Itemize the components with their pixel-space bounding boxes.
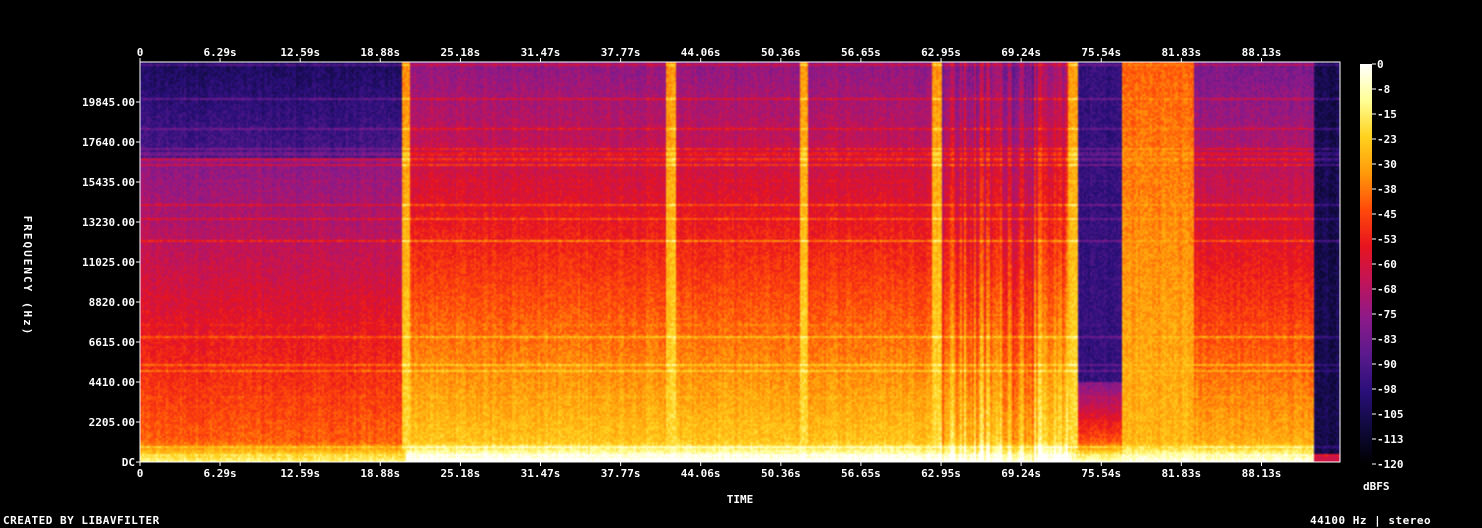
top-tick-label: 50.36s: [761, 46, 801, 59]
bottom-tick-label: 0: [137, 467, 144, 480]
top-tick-label: 6.29s: [203, 46, 236, 59]
footer-format: 44100 Hz | stereo: [1310, 514, 1432, 527]
y-tick-label: 6615.00: [89, 336, 135, 349]
top-tick-label: 81.83s: [1161, 46, 1201, 59]
top-time-axis: 0 6.29s 12.59s 18.88s 25.18s 31.47s 37.77s 44.0…: [137, 46, 1282, 62]
colorbar-tick-label: -75: [1377, 308, 1397, 321]
bottom-tick-label: 56.65s: [841, 467, 881, 480]
top-tick-label: 44.06s: [681, 46, 721, 59]
colorbar-axis: 0 -8 -15 -23 -30 -38 -45 -53 -60 -68 -75 -83 -90 -98 -…: [1372, 58, 1404, 471]
bottom-tick-label: 25.18s: [441, 467, 481, 480]
spectrogram-chart: 0 6.29s 12.59s 18.88s 25.18s 31.47s 37.77s 44.0…: [21, 46, 1404, 506]
colorbar-tick-label: -60: [1377, 258, 1397, 271]
bottom-tick-label: 81.83s: [1161, 467, 1201, 480]
y-tick-label: 8820.00: [89, 296, 135, 309]
y-tick-label: 15435.00: [82, 176, 135, 189]
colorbar-tick-label: 0: [1377, 58, 1384, 71]
top-tick-label: 88.13s: [1242, 46, 1282, 59]
colorbar-tick-label: -83: [1377, 333, 1397, 346]
y-tick-label: 2205.00: [89, 416, 135, 429]
bottom-tick-label: 69.24s: [1001, 467, 1041, 480]
x-axis-label: TIME: [727, 493, 754, 506]
top-tick-label: 31.47s: [521, 46, 561, 59]
top-tick-label: 25.18s: [441, 46, 481, 59]
bottom-tick-label: 18.88s: [360, 467, 400, 480]
colorbar-label: dBFS: [1363, 480, 1390, 493]
bottom-tick-label: 6.29s: [203, 467, 236, 480]
top-tick-label: 62.95s: [921, 46, 961, 59]
bottom-tick-label: 31.47s: [521, 467, 561, 480]
colorbar-tick-label: -105: [1377, 408, 1404, 421]
y-tick-label: 13230.00: [82, 216, 135, 229]
bottom-tick-label: 12.59s: [280, 467, 320, 480]
colorbar-tick-label: -45: [1377, 208, 1397, 221]
top-tick-label: 69.24s: [1001, 46, 1041, 59]
colorbar-tick-label: -68: [1377, 283, 1397, 296]
bottom-tick-label: 75.54s: [1081, 467, 1121, 480]
top-tick-label: 18.88s: [360, 46, 400, 59]
colorbar-tick-label: -98: [1377, 383, 1397, 396]
bottom-time-axis: 0 6.29s 12.59s 18.88s 25.18s 31.47s 37.77s 44.0…: [137, 462, 1282, 480]
y-tick-label: 19845.00: [82, 96, 135, 109]
bottom-tick-label: 62.95s: [921, 467, 961, 480]
colorbar-tick-label: -53: [1377, 233, 1397, 246]
top-tick-label: 56.65s: [841, 46, 881, 59]
colorbar-tick-label: -38: [1377, 183, 1397, 196]
bottom-tick-label: 50.36s: [761, 467, 801, 480]
colorbar-tick-label: -30: [1377, 158, 1397, 171]
top-tick-label: 37.77s: [601, 46, 641, 59]
y-tick-label: 4410.00: [89, 376, 135, 389]
top-tick-label: 0: [137, 46, 144, 59]
y-tick-label: 17640.00: [82, 136, 135, 149]
y-tick-label: 11025.00: [82, 256, 135, 269]
top-tick-label: 12.59s: [280, 46, 320, 59]
y-tick-label: DC: [122, 456, 135, 469]
colorbar-tick-label: -90: [1377, 358, 1397, 371]
top-tick-label: 75.54s: [1081, 46, 1121, 59]
footer-credit: CREATED BY LIBAVFILTER: [3, 514, 160, 527]
colorbar-tick-label: -113: [1377, 433, 1404, 446]
bottom-tick-label: 88.13s: [1242, 467, 1282, 480]
colorbar-tick-label: -120: [1377, 458, 1404, 471]
frequency-axis: DC 2205.00 4410.00 6615.00 8820.00 11025.00 13…: [82, 96, 140, 469]
y-axis-label: FREQUENCY (Hz): [21, 216, 34, 337]
colorbar-tick-label: -23: [1377, 133, 1397, 146]
spectrogram-plot: [140, 62, 1340, 462]
bottom-tick-label: 44.06s: [681, 467, 721, 480]
colorbar-tick-label: -8: [1377, 83, 1390, 96]
colorbar-tick-label: -15: [1377, 108, 1397, 121]
colorbar: [1360, 64, 1372, 464]
bottom-tick-label: 37.77s: [601, 467, 641, 480]
